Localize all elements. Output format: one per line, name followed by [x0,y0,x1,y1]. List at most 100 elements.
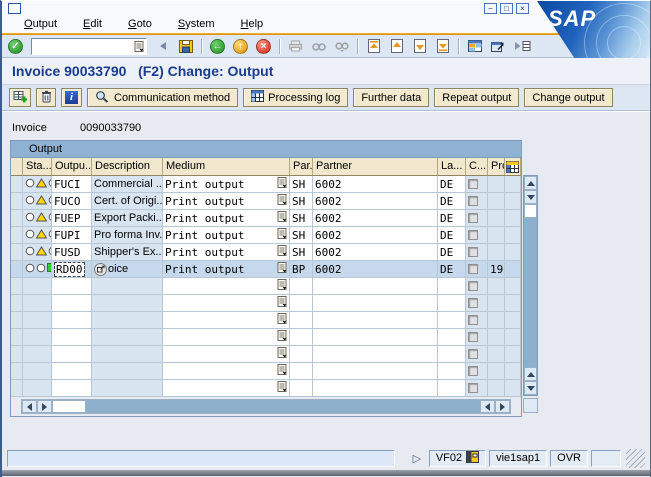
partner-cell[interactable]: 6002 [313,244,438,261]
create-shortcut-icon[interactable] [487,37,508,56]
partner-cell[interactable] [313,329,438,346]
comm-checkbox[interactable] [468,264,478,274]
medium-dropdown-icon[interactable] [277,312,288,328]
first-page-icon[interactable] [363,37,384,56]
scroll-up-end-icon[interactable] [524,367,537,381]
column-header-medium[interactable]: Medium [163,158,290,176]
output-type-input[interactable]: RD00 [54,262,85,277]
page-up-icon[interactable] [386,37,407,56]
medium-dropdown-icon[interactable] [277,278,288,294]
partner-role-cell[interactable] [290,312,313,329]
maximize-button[interactable]: □ [500,3,513,14]
medium-cell[interactable]: Print output [163,244,290,261]
row-selector[interactable] [11,278,23,295]
language-cell[interactable]: DE [438,210,466,227]
column-header-pro[interactable]: Pro [488,158,505,176]
output-type-cell[interactable]: FUCI [52,176,92,193]
vscroll-track[interactable] [524,218,537,367]
menu-help[interactable]: Help [241,18,264,30]
medium-cell[interactable]: Print output [163,227,290,244]
vscroll-thumb[interactable] [524,204,537,218]
language-cell[interactable]: DE [438,193,466,210]
output-type-cell[interactable] [52,295,92,312]
minimize-button[interactable]: − [484,3,497,14]
column-header-c[interactable]: C... [466,158,488,176]
comm-checkbox[interactable] [468,230,478,240]
medium-dropdown-icon[interactable] [277,380,288,396]
row-selector[interactable] [11,176,23,193]
language-cell[interactable]: DE [438,176,466,193]
comm-checkbox[interactable] [468,298,478,308]
partner-role-cell[interactable] [290,380,313,397]
output-type-cell[interactable] [52,329,92,346]
hscroll-track[interactable] [86,400,480,413]
language-cell[interactable] [438,363,466,380]
output-type-cell[interactable] [52,380,92,397]
medium-cell[interactable] [163,278,290,295]
column-header-sta[interactable]: Sta... [23,158,52,176]
new-session-icon[interactable] [464,37,485,56]
menu-system[interactable]: System [178,18,215,30]
insert-row-button[interactable] [9,88,31,107]
output-type-cell[interactable] [52,312,92,329]
partner-cell[interactable] [313,380,438,397]
comm-checkbox[interactable] [468,179,478,189]
partner-role-cell[interactable] [290,346,313,363]
partner-role-cell[interactable]: SH [290,193,313,210]
language-cell[interactable]: DE [438,261,466,278]
partner-role-cell[interactable] [290,329,313,346]
row-selector[interactable] [11,329,23,346]
row-selector[interactable] [11,244,23,261]
medium-dropdown-icon[interactable] [277,295,288,311]
detail-button[interactable] [94,263,107,276]
output-type-cell[interactable]: RD00 [52,261,92,278]
select-all-header[interactable] [11,158,23,176]
menu-edit[interactable]: Edit [83,18,102,30]
scroll-down-icon[interactable] [524,190,537,204]
partner-cell[interactable] [313,363,438,380]
command-field[interactable] [31,38,147,55]
language-cell[interactable] [438,312,466,329]
row-selector[interactable] [11,346,23,363]
output-type-cell[interactable]: FUSD [52,244,92,261]
close-button[interactable]: × [516,3,529,14]
comm-checkbox[interactable] [468,247,478,257]
comm-checkbox[interactable] [468,315,478,325]
partner-cell[interactable] [313,295,438,312]
horizontal-scrollbar[interactable] [21,399,511,414]
partner-role-cell[interactable]: BP [290,261,313,278]
medium-cell[interactable] [163,312,290,329]
comm-checkbox[interactable] [468,213,478,223]
comm-checkbox[interactable] [468,366,478,376]
medium-cell[interactable] [163,380,290,397]
menu-goto[interactable]: Goto [128,18,152,30]
menu-output[interactable]: Output [24,18,57,30]
partner-role-cell[interactable] [290,363,313,380]
language-cell[interactable]: DE [438,244,466,261]
resize-grip-icon[interactable] [626,449,645,468]
exit-icon[interactable]: ↑ [230,37,251,56]
cancel-icon[interactable]: × [253,37,274,56]
column-header-partner[interactable]: Partner [313,158,438,176]
medium-cell[interactable] [163,329,290,346]
communication-method-button[interactable]: Communication method [87,88,238,107]
output-type-cell[interactable] [52,363,92,380]
change-output-button[interactable]: Change output [524,88,612,107]
comm-checkbox[interactable] [468,383,478,393]
medium-dropdown-icon[interactable] [277,363,288,379]
status-transaction-panel[interactable]: VF02 [429,450,486,467]
processing-log-button[interactable]: Processing log [243,88,348,107]
command-input[interactable] [32,40,132,53]
partner-role-cell[interactable]: SH [290,244,313,261]
medium-dropdown-icon[interactable] [277,176,288,192]
info-button[interactable]: i [61,88,82,107]
last-page-icon[interactable] [432,37,453,56]
partner-role-cell[interactable] [290,295,313,312]
status-expand-icon[interactable]: ▷ [409,452,425,465]
repeat-output-button[interactable]: Repeat output [434,88,519,107]
page-down-icon[interactable] [409,37,430,56]
medium-cell[interactable]: Print output [163,261,290,278]
comm-checkbox[interactable] [468,196,478,206]
language-cell[interactable]: DE [438,227,466,244]
column-header-outpu[interactable]: Outpu... [52,158,92,176]
